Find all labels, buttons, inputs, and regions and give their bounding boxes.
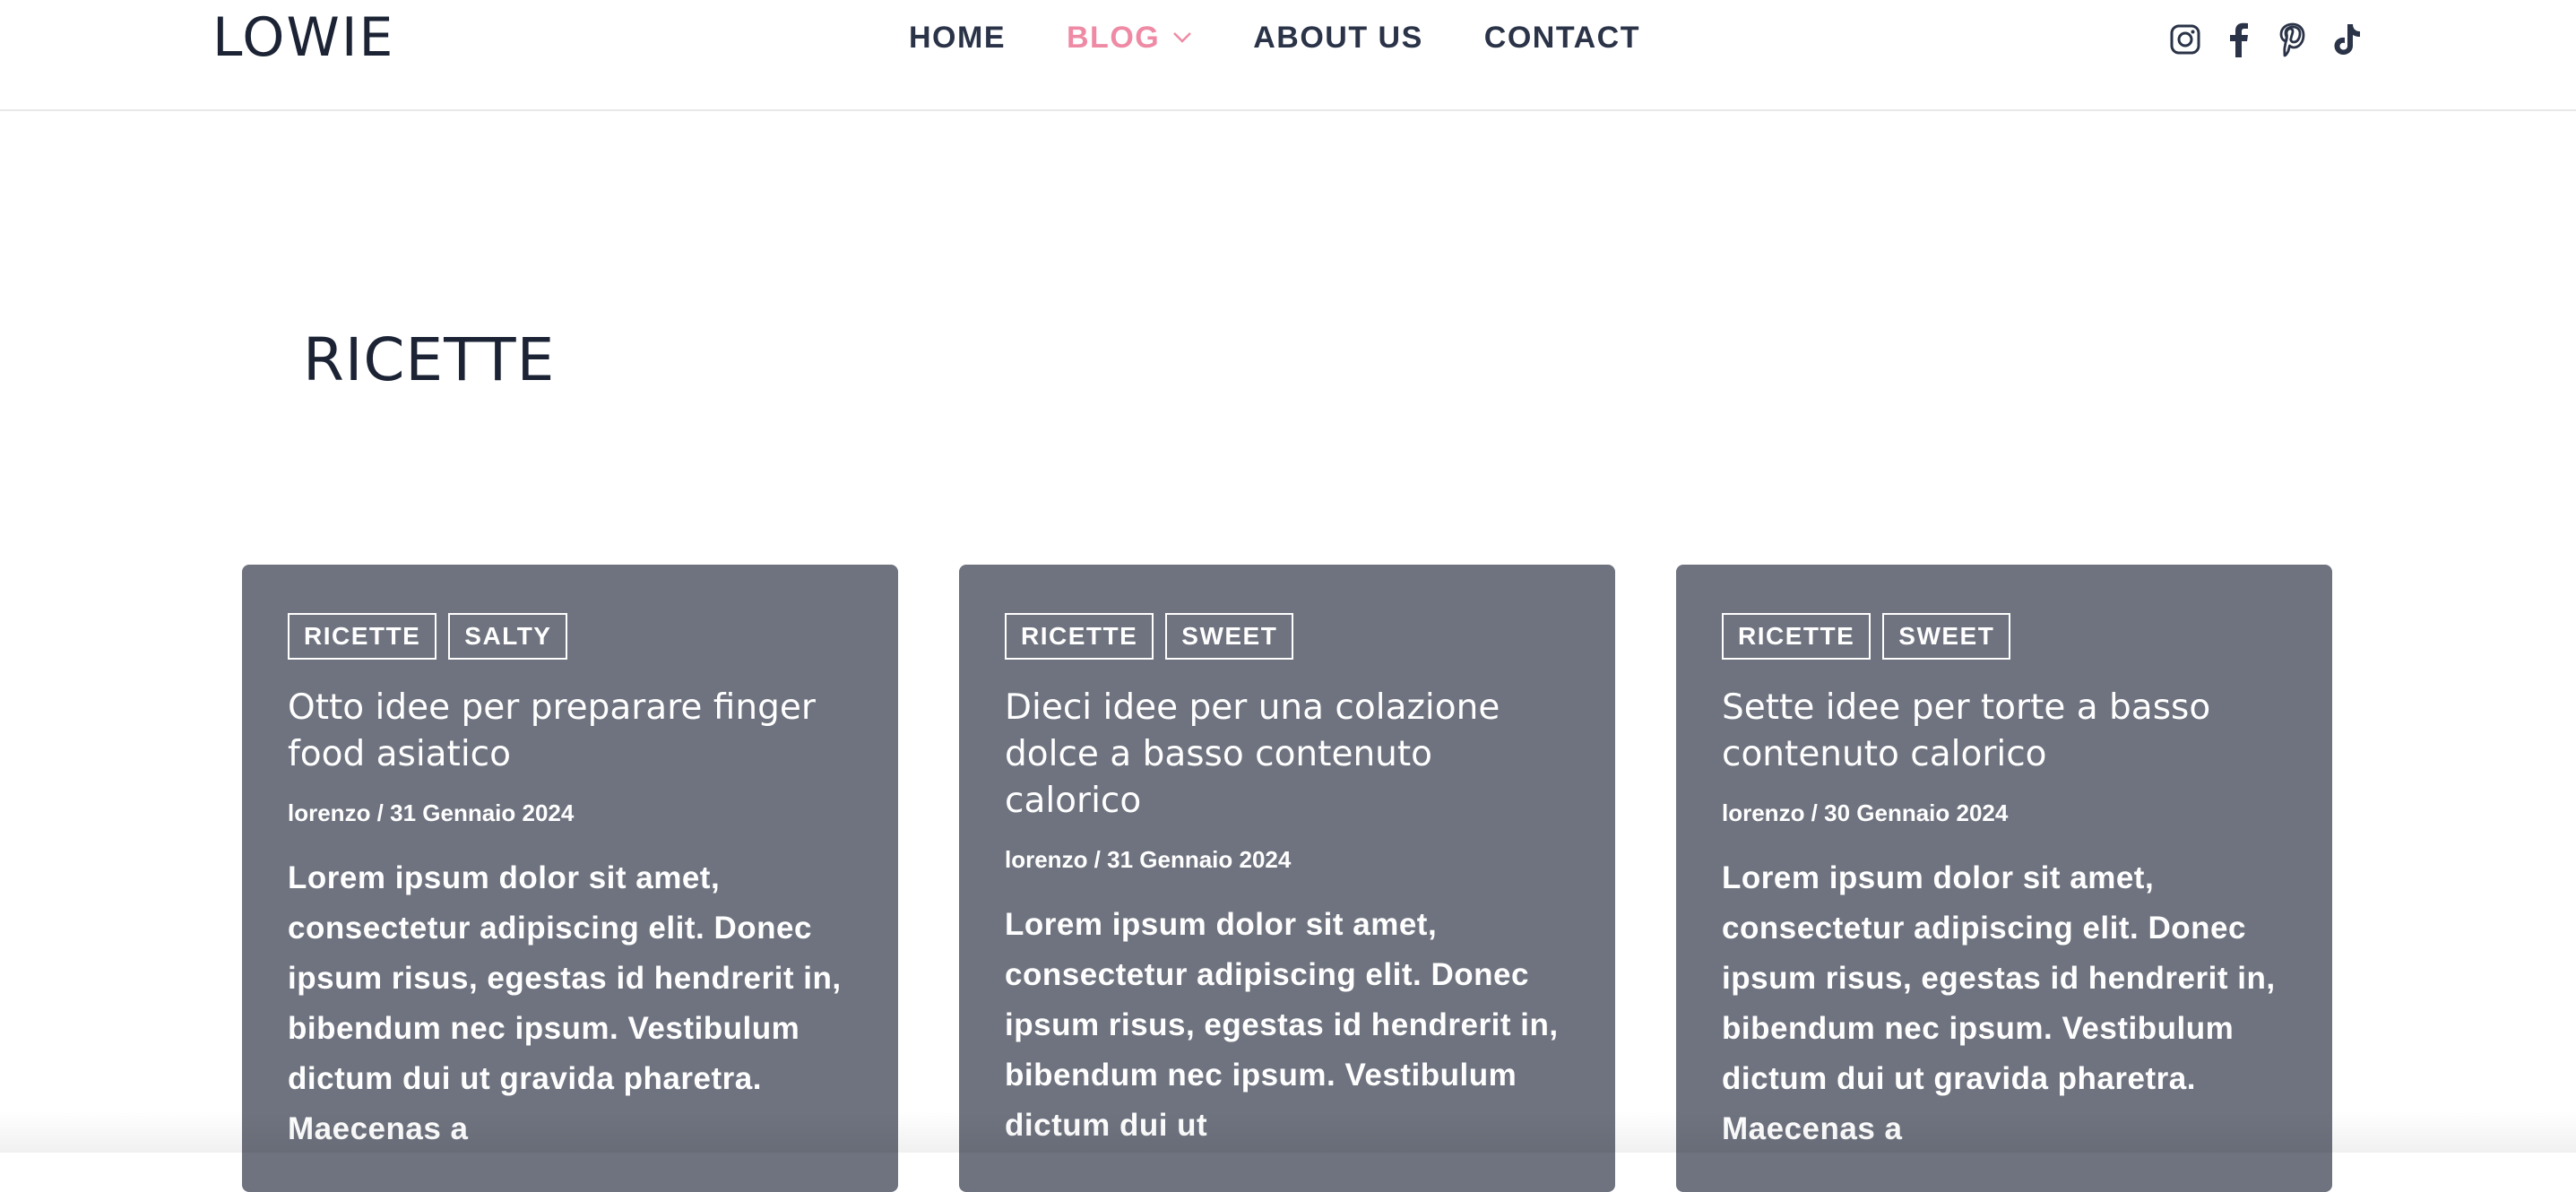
post-meta: lorenzo / 31 Gennaio 2024 (288, 799, 575, 826)
post-tags: RICETTE SWEET (1005, 613, 1569, 660)
facebook-icon[interactable] (2221, 22, 2257, 57)
post-title[interactable]: Otto idee per preparare finger food asia… (288, 685, 852, 778)
bottom-shadow (0, 1111, 2576, 1153)
social-links (2167, 18, 2364, 61)
site-header: LOWIE HOME BLOG ABOUT US CONTACT (0, 0, 2576, 111)
post-meta: lorenzo / 31 Gennaio 2024 (1005, 846, 1292, 873)
chevron-down-icon[interactable] (1172, 31, 1192, 44)
nav-item-about-us[interactable]: ABOUT US (1253, 21, 1423, 56)
post-excerpt: Lorem ipsum dolor sit amet, consectetur … (288, 860, 842, 1146)
nav-label: CONTACT (1483, 20, 1640, 55)
tag-ricette[interactable]: RICETTE (288, 613, 437, 660)
site-logo[interactable]: LOWIE (212, 5, 394, 70)
nav-label: BLOG (1067, 20, 1161, 55)
instagram-icon[interactable] (2167, 22, 2203, 57)
post-title[interactable]: Dieci idee per una colazione dolce a bas… (1005, 685, 1569, 825)
tag-salty[interactable]: SALTY (448, 613, 568, 660)
post-card[interactable]: RICETTE SWEET Dieci idee per una colazio… (959, 565, 1615, 1192)
post-tags: RICETTE SWEET (1722, 613, 2286, 660)
page-title: RICETTE (303, 325, 556, 394)
tag-sweet[interactable]: SWEET (1165, 613, 1294, 660)
post-meta: lorenzo / 30 Gennaio 2024 (1722, 799, 2009, 826)
post-card[interactable]: RICETTE SALTY Otto idee per preparare fi… (242, 565, 898, 1192)
nav-item-home[interactable]: HOME (909, 21, 1006, 56)
tiktok-icon[interactable] (2329, 22, 2364, 57)
nav-item-blog[interactable]: BLOG (1067, 21, 1192, 56)
nav-label: ABOUT US (1253, 20, 1423, 55)
nav-item-contact[interactable]: CONTACT (1484, 21, 1640, 56)
pinterest-icon[interactable] (2275, 22, 2311, 57)
tag-ricette[interactable]: RICETTE (1005, 613, 1154, 660)
post-tags: RICETTE SALTY (288, 613, 852, 660)
nav-label: HOME (909, 20, 1006, 55)
post-excerpt: Lorem ipsum dolor sit amet, consectetur … (1722, 860, 2276, 1146)
post-card[interactable]: RICETTE SWEET Sette idee per torte a bas… (1676, 565, 2332, 1192)
post-title[interactable]: Sette idee per torte a basso contenuto c… (1722, 685, 2286, 778)
main-nav: HOME BLOG ABOUT US CONTACT (909, 16, 1640, 59)
tag-sweet[interactable]: SWEET (1882, 613, 2011, 660)
tag-ricette[interactable]: RICETTE (1722, 613, 1871, 660)
